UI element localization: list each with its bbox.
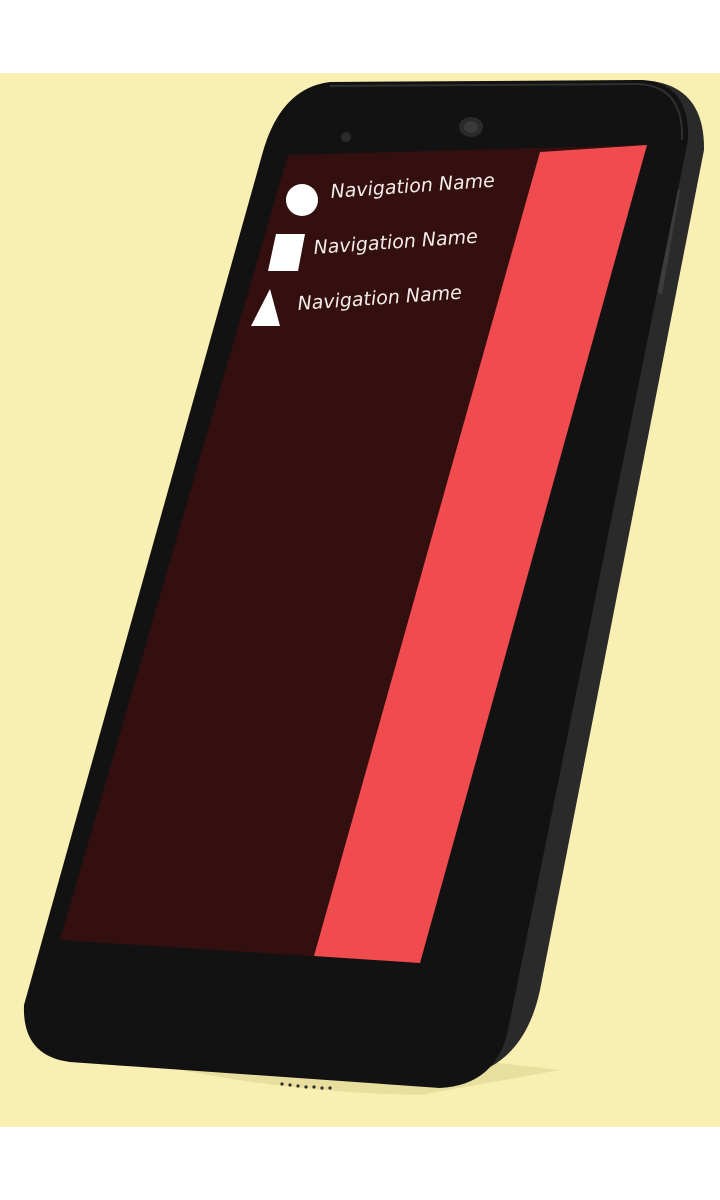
circle-icon [286, 184, 318, 216]
front-camera-icon [341, 132, 351, 142]
phone-mockup: Navigation Name Navigation Name Navigati… [23, 80, 705, 1095]
mockup-stage: Navigation Name Navigation Name Navigati… [0, 0, 720, 1200]
